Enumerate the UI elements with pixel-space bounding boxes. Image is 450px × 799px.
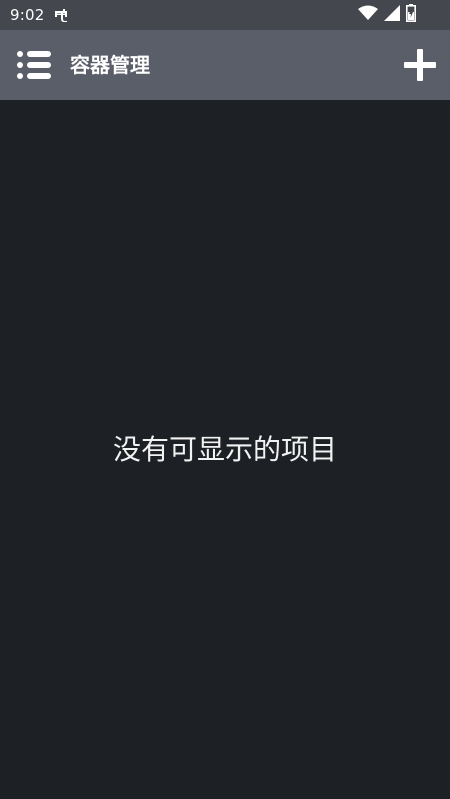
status-time: 9:02 bbox=[10, 6, 45, 24]
plus-icon bbox=[404, 49, 436, 81]
screen: 9:02 容器管理 没有可显示的项目 bbox=[0, 0, 450, 799]
app-toolbar: 容器管理 bbox=[0, 30, 450, 100]
empty-state-message: 没有可显示的项目 bbox=[112, 433, 337, 466]
status-bar: 9:02 bbox=[0, 0, 450, 30]
status-icons bbox=[358, 4, 416, 26]
menu-list-icon bbox=[17, 51, 51, 79]
menu-button[interactable] bbox=[15, 49, 53, 81]
add-container-button[interactable] bbox=[402, 47, 438, 83]
page-title: 容器管理 bbox=[70, 53, 150, 77]
signal-icon bbox=[384, 5, 400, 25]
container-list: 没有可显示的项目 bbox=[0, 100, 450, 799]
battery-charging-icon bbox=[406, 4, 416, 26]
notification-icon bbox=[52, 6, 70, 24]
wifi-icon bbox=[358, 5, 378, 25]
